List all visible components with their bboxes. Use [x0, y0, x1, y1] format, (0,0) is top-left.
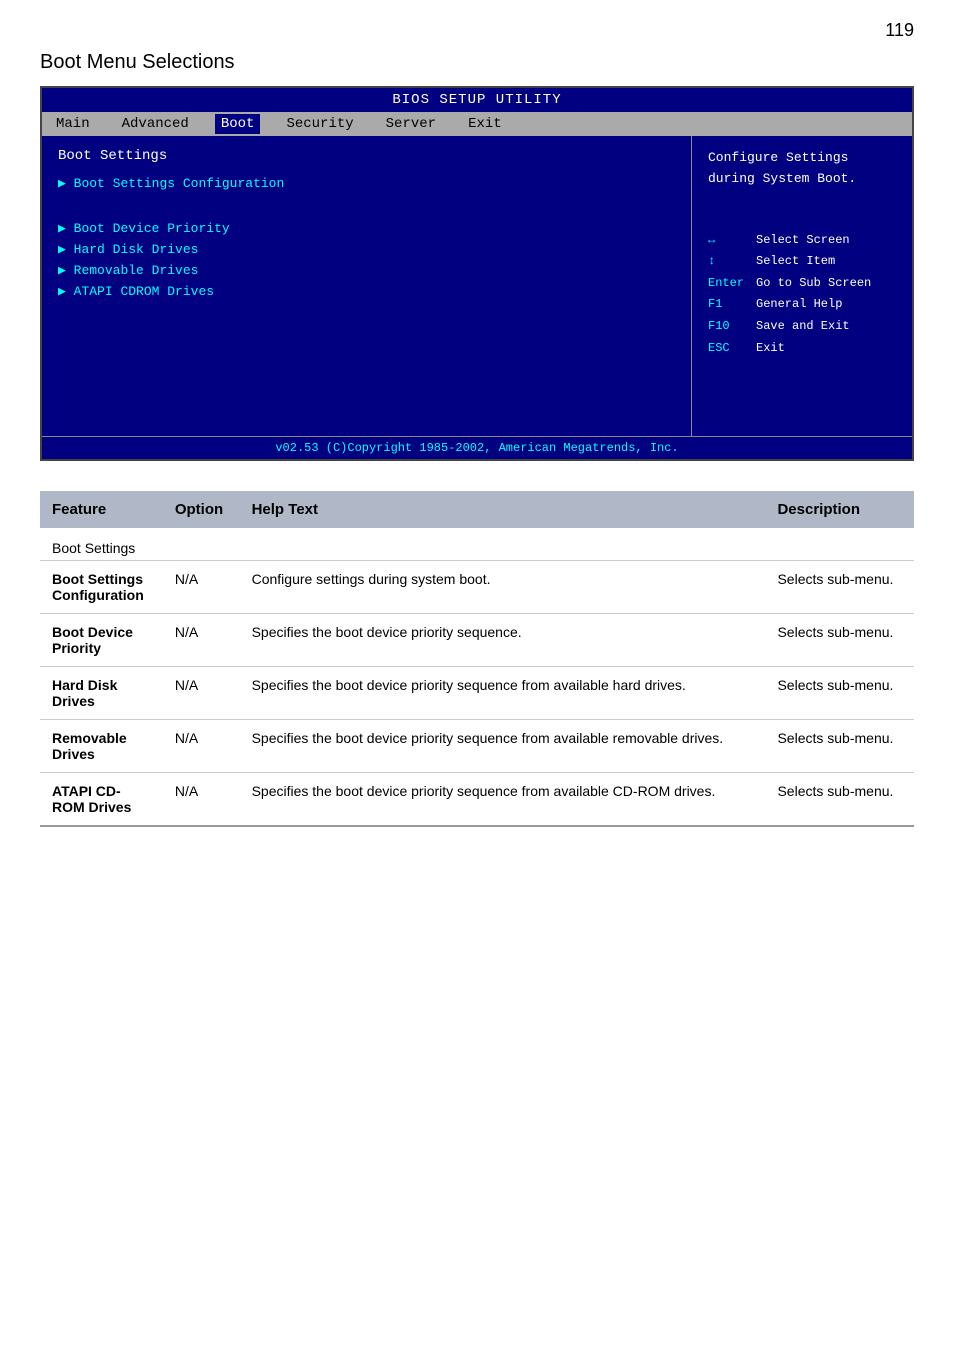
bios-menu-main[interactable]: Main	[50, 114, 96, 134]
bios-body: Boot Settings Boot Settings Configuratio…	[42, 136, 912, 436]
table-section-boot-settings: Boot Settings	[40, 528, 914, 561]
table-row: Boot DevicePriority N/A Specifies the bo…	[40, 614, 914, 667]
desc-boot-settings-config: Selects sub-menu.	[765, 561, 914, 614]
feature-removable-drives: RemovableDrives	[40, 720, 163, 773]
bios-key-f1: F1 General Help	[708, 294, 896, 316]
bios-key-enter: Enter Go to Sub Screen	[708, 273, 896, 295]
col-description: Description	[765, 491, 914, 528]
bios-key-esc: ESC Exit	[708, 338, 896, 360]
bios-menu-bar: Main Advanced Boot Security Server Exit	[42, 112, 912, 136]
boot-settings-label: Boot Settings	[40, 528, 914, 561]
bios-menu-server[interactable]: Server	[380, 114, 442, 134]
desc-removable-drives: Selects sub-menu.	[765, 720, 914, 773]
help-boot-device-priority: Specifies the boot device priority seque…	[240, 614, 766, 667]
key-f10: F10	[708, 316, 748, 338]
table-row: ATAPI CD-ROM Drives N/A Specifies the bo…	[40, 773, 914, 827]
key-arrow-ud: ↕	[708, 251, 748, 273]
section-title: Boot Menu Selections	[40, 51, 914, 74]
bios-section-header: Boot Settings	[58, 148, 675, 164]
bios-key-f10: F10 Save and Exit	[708, 316, 896, 338]
page-number: 119	[40, 20, 914, 41]
desc-hard-disk-drives: Selects sub-menu.	[765, 667, 914, 720]
feature-boot-device-priority: Boot DevicePriority	[40, 614, 163, 667]
bios-key-select-item: ↕ Select Item	[708, 251, 896, 273]
option-boot-device-priority: N/A	[163, 614, 240, 667]
feature-atapi-cdrom: ATAPI CD-ROM Drives	[40, 773, 163, 827]
bios-menu-security[interactable]: Security	[280, 114, 359, 134]
desc-boot-device-priority: Selects sub-menu.	[765, 614, 914, 667]
help-boot-settings-config: Configure settings during system boot.	[240, 561, 766, 614]
key-esc: ESC	[708, 338, 748, 360]
key-desc-select-item: Select Item	[756, 251, 835, 273]
bios-key-legend: ↔ Select Screen ↕ Select Item Enter Go t…	[708, 230, 896, 360]
bios-item-hard-disk-drives[interactable]: Hard Disk Drives	[58, 242, 675, 257]
bios-right-panel: Configure Settingsduring System Boot. ↔ …	[692, 136, 912, 436]
bios-item-boot-device-priority[interactable]: Boot Device Priority	[58, 221, 675, 236]
bios-key-select-screen: ↔ Select Screen	[708, 230, 896, 252]
option-atapi-cdrom: N/A	[163, 773, 240, 827]
bios-footer: v02.53 (C)Copyright 1985-2002, American …	[42, 436, 912, 459]
bios-help-text: Configure Settingsduring System Boot.	[708, 148, 896, 190]
bios-menu-exit[interactable]: Exit	[462, 114, 508, 134]
help-atapi-cdrom: Specifies the boot device priority seque…	[240, 773, 766, 827]
table-header-row: Feature Option Help Text Description	[40, 491, 914, 528]
bios-menu-boot[interactable]: Boot	[215, 114, 261, 134]
key-desc-select-screen: Select Screen	[756, 230, 850, 252]
bios-screen: BIOS SETUP UTILITY Main Advanced Boot Se…	[40, 86, 914, 461]
bios-title: BIOS SETUP UTILITY	[42, 88, 912, 112]
key-arrow-lr: ↔	[708, 230, 748, 252]
key-desc-f10: Save and Exit	[756, 316, 850, 338]
bios-menu-advanced[interactable]: Advanced	[116, 114, 195, 134]
key-desc-enter: Go to Sub Screen	[756, 273, 871, 295]
table-row: Hard DiskDrives N/A Specifies the boot d…	[40, 667, 914, 720]
desc-atapi-cdrom: Selects sub-menu.	[765, 773, 914, 827]
col-feature: Feature	[40, 491, 163, 528]
key-desc-f1: General Help	[756, 294, 842, 316]
col-help-text: Help Text	[240, 491, 766, 528]
option-hard-disk-drives: N/A	[163, 667, 240, 720]
feature-boot-settings-config: Boot SettingsConfiguration	[40, 561, 163, 614]
key-desc-esc: Exit	[756, 338, 785, 360]
table-row: RemovableDrives N/A Specifies the boot d…	[40, 720, 914, 773]
feature-table: Feature Option Help Text Description Boo…	[40, 491, 914, 827]
col-option: Option	[163, 491, 240, 528]
option-removable-drives: N/A	[163, 720, 240, 773]
key-f1: F1	[708, 294, 748, 316]
option-boot-settings-config: N/A	[163, 561, 240, 614]
help-hard-disk-drives: Specifies the boot device priority seque…	[240, 667, 766, 720]
bios-item-boot-settings-config[interactable]: Boot Settings Configuration	[58, 176, 675, 191]
feature-hard-disk-drives: Hard DiskDrives	[40, 667, 163, 720]
key-enter: Enter	[708, 273, 748, 295]
help-removable-drives: Specifies the boot device priority seque…	[240, 720, 766, 773]
bios-item-removable-drives[interactable]: Removable Drives	[58, 263, 675, 278]
table-row: Boot SettingsConfiguration N/A Configure…	[40, 561, 914, 614]
bios-item-atapi-cdrom[interactable]: ATAPI CDROM Drives	[58, 284, 675, 299]
bios-left-panel: Boot Settings Boot Settings Configuratio…	[42, 136, 692, 436]
